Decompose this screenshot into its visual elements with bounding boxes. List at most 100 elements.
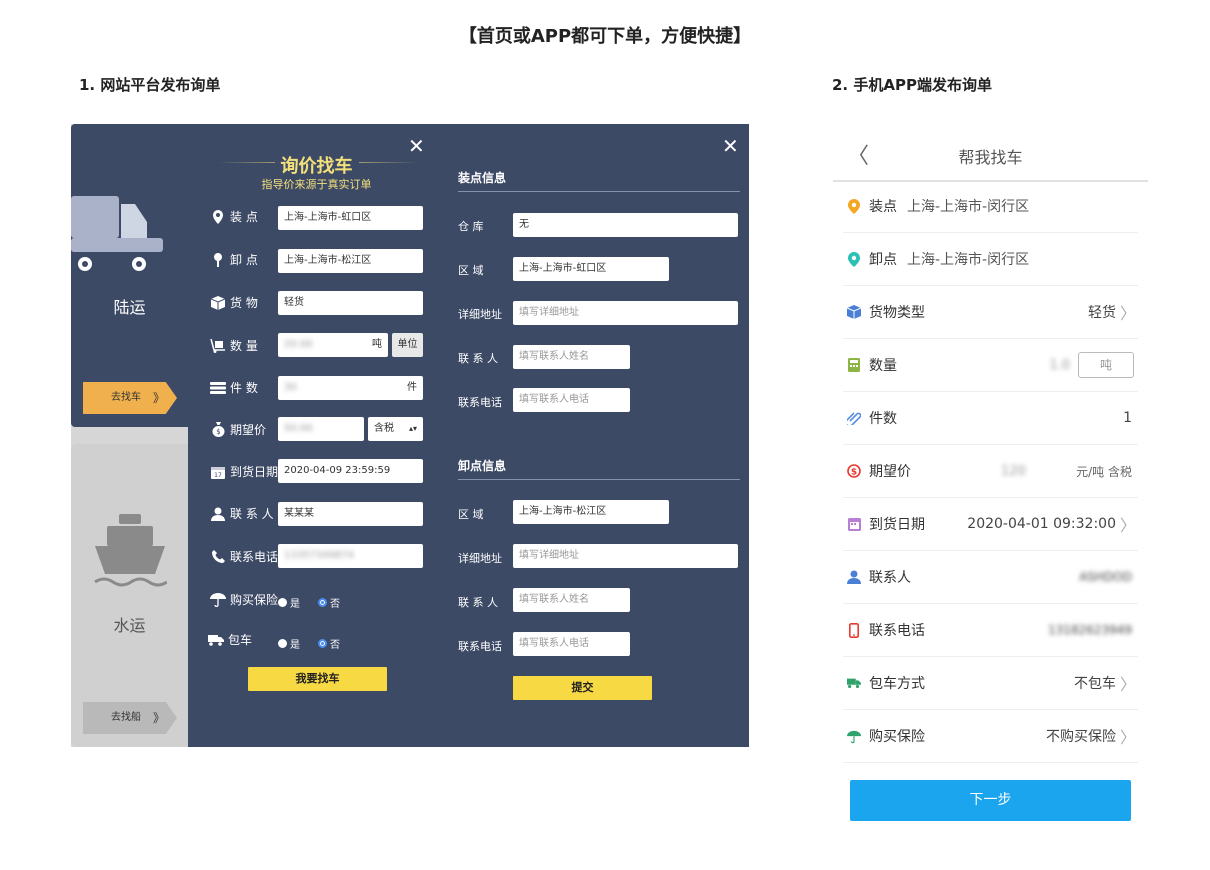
- pieces-unit: 件: [407, 382, 417, 393]
- find-truck-button[interactable]: 去找车 》: [83, 382, 177, 414]
- calendar-icon: 17: [210, 464, 226, 480]
- warehouse-label: 仓 库: [458, 220, 484, 233]
- app-quantity-unit[interactable]: 吨: [1078, 352, 1134, 378]
- loading-phone-label: 联系电话: [458, 396, 502, 409]
- small-truck-icon: [208, 632, 224, 648]
- unload-point-input[interactable]: 上海-上海市-松江区: [278, 249, 423, 273]
- unloading-phone-input[interactable]: 填写联系人电话: [513, 632, 630, 656]
- app-contact-row[interactable]: 联系人 ASHDOD: [843, 551, 1138, 604]
- stack-icon: [210, 380, 226, 396]
- app-order-screen: 〈 帮我找车 装点 上海-上海市-闵行区 卸点 上海-上海市-闵行区 货物类型 …: [833, 124, 1148, 824]
- divider: [458, 191, 740, 192]
- submit-button[interactable]: 提交: [513, 676, 652, 700]
- unloading-address-input[interactable]: 填写详细地址: [513, 544, 738, 568]
- orange-pin-icon: [847, 198, 861, 214]
- mobile-phone-icon: [847, 622, 861, 638]
- teal-pin-icon: [847, 251, 861, 267]
- charter-yes-radio[interactable]: 是: [278, 633, 300, 652]
- contact-input[interactable]: 某某某: [278, 502, 423, 526]
- loading-area-label: 区 域: [458, 264, 484, 277]
- form-title: 询价找车: [274, 156, 359, 177]
- expected-price-input[interactable]: 50.00: [278, 417, 364, 441]
- unit-button[interactable]: 单位: [392, 333, 423, 357]
- unloading-contact-label: 联 系 人: [458, 596, 498, 609]
- double-chevron-icon: 》: [152, 391, 165, 405]
- form-subtitle: 指导价来源于真实订单: [261, 178, 372, 191]
- app-arrival-date-row[interactable]: 到货日期 2020-04-01 09:32:00 〉: [843, 498, 1138, 551]
- unloading-contact-input[interactable]: 填写联系人姓名: [513, 588, 630, 612]
- app-price-value: 120: [1001, 463, 1026, 479]
- person-icon: [847, 570, 861, 584]
- insurance-yes-radio[interactable]: 是: [278, 592, 300, 611]
- app-pieces-row[interactable]: 件数 1: [843, 392, 1138, 445]
- load-point-input[interactable]: 上海-上海市-虹口区: [278, 206, 423, 230]
- radio-unchecked-icon: [278, 598, 287, 607]
- land-tab-label: 陆运: [113, 298, 146, 317]
- calculator-icon: [847, 358, 861, 372]
- app-goods-value: 轻货: [1088, 305, 1116, 321]
- find-ship-button[interactable]: 去找船 》: [83, 702, 177, 734]
- loading-area-input[interactable]: 上海-上海市-虹口区: [513, 257, 669, 281]
- app-goods-type-row[interactable]: 货物类型 轻货 〉: [843, 286, 1138, 339]
- arrival-date-label: 17 到货日期: [210, 463, 278, 480]
- app-unload-point-row[interactable]: 卸点 上海-上海市-闵行区: [843, 233, 1138, 286]
- app-insurance-row[interactable]: 购买保险 不购买保险 〉: [843, 710, 1138, 763]
- water-transport-tab[interactable]: 水运 去找船 》: [71, 444, 188, 747]
- chevron-right-icon: 〉: [1119, 516, 1136, 535]
- app-date-value: 2020-04-01 09:32:00: [967, 516, 1116, 532]
- quantity-input[interactable]: 20.00 吨: [278, 333, 388, 357]
- loading-address-label: 详细地址: [458, 308, 502, 321]
- app-load-point-row[interactable]: 装点 上海-上海市-闵行区: [843, 180, 1138, 233]
- loading-phone-input[interactable]: 填写联系人电话: [513, 388, 630, 412]
- pieces-input[interactable]: 30 件: [278, 376, 423, 400]
- insurance-label: 购买保险: [210, 591, 278, 608]
- green-truck-icon: [847, 676, 861, 690]
- app-charter-value: 不包车: [1074, 676, 1116, 692]
- unloading-phone-label: 联系电话: [458, 640, 502, 653]
- app-price-row[interactable]: $ 期望价 120 元/吨 含税: [843, 445, 1138, 498]
- land-transport-tab[interactable]: 陆运 去找车 》: [71, 124, 188, 427]
- app-pieces-value: 1: [1123, 410, 1132, 426]
- unloading-area-label: 区 域: [458, 508, 484, 521]
- insurance-no-radio[interactable]: 否: [318, 592, 340, 611]
- money-bag-icon: $: [210, 422, 226, 438]
- phone-icon: [210, 549, 226, 565]
- phone-input[interactable]: 13357349874: [278, 544, 423, 568]
- page-title: 【首页或APP都可下单，方便快捷】: [458, 26, 752, 47]
- goods-label: 货 物: [210, 294, 258, 311]
- find-truck-label: 去找车: [111, 392, 141, 403]
- app-phone-row[interactable]: 联系电话 13182623949: [843, 604, 1138, 657]
- hand-truck-icon: [210, 338, 226, 354]
- tax-select[interactable]: 含税 ▴▾: [368, 417, 423, 441]
- web-order-panel: 陆运 去找车 》 水运 去找船 》 ✕ ✕ 询价找车 指导价来源于真实订单 装 …: [71, 124, 749, 747]
- unloading-area-input[interactable]: 上海-上海市-松江区: [513, 500, 669, 524]
- app-quantity-value: 1.0: [1049, 357, 1070, 373]
- inquiry-form-panel: ✕ ✕ 询价找车 指导价来源于真实订单 装 点 上海-上海市-虹口区 卸 点 上…: [188, 124, 749, 747]
- app-unload-value: 上海-上海市-闵行区: [907, 252, 1030, 268]
- app-title: 帮我找车: [958, 148, 1023, 167]
- app-quantity-row[interactable]: 数量 1.0 吨: [843, 339, 1138, 392]
- goods-input[interactable]: 轻货: [278, 291, 423, 315]
- truck-icon: [71, 196, 163, 271]
- ship-icon: [94, 514, 167, 587]
- person-icon: [210, 506, 226, 522]
- loading-contact-label: 联 系 人: [458, 352, 498, 365]
- divider: [458, 479, 740, 480]
- web-section-title: 1. 网站平台发布询单: [79, 76, 221, 94]
- loading-contact-input[interactable]: 填写联系人姓名: [513, 345, 630, 369]
- find-truck-submit-button[interactable]: 我要找车: [248, 667, 387, 691]
- chevron-right-icon: 〉: [1119, 675, 1136, 694]
- app-phone-value: 13182623949: [1048, 623, 1132, 637]
- contact-label: 联 系 人: [210, 505, 274, 522]
- app-price-unit: 元/吨 含税: [1076, 464, 1132, 479]
- arrival-date-input[interactable]: 2020-04-09 23:59:59: [278, 459, 423, 483]
- app-contact-value: ASHDOD: [1079, 570, 1132, 584]
- charter-no-radio[interactable]: 否: [318, 633, 340, 652]
- warehouse-input[interactable]: 无: [513, 213, 738, 237]
- loading-address-input[interactable]: 填写详细地址: [513, 301, 738, 325]
- close-icon[interactable]: ✕: [722, 136, 739, 156]
- next-step-button[interactable]: 下一步: [850, 780, 1131, 821]
- umbrella-icon: [847, 729, 861, 743]
- app-charter-row[interactable]: 包车方式 不包车 〉: [843, 657, 1138, 710]
- calendar-icon: [847, 517, 861, 531]
